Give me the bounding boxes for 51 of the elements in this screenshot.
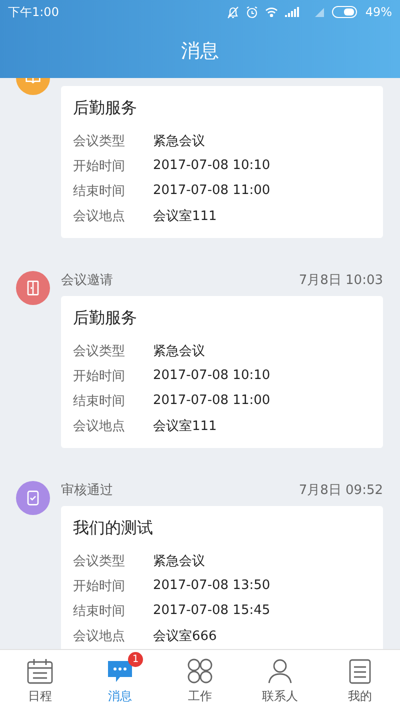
message-category: 会议邀请 [61, 272, 113, 289]
field-label: 会议地点 [73, 208, 126, 224]
field-label: 开始时间 [73, 578, 126, 594]
field-label: 会议类型 [73, 132, 126, 150]
tab[interactable]: 联系人 [240, 650, 320, 711]
field-value: 会议室111 [153, 208, 217, 224]
message-card[interactable]: 我们的测试 会议类型 紧急会议 开始时间 2017-07-08 13:50 结束时间 2017-07-08 15:45 会议地点 会议室666 [61, 506, 383, 649]
tab[interactable]: 日程 [0, 650, 80, 711]
battery-percent: 49% [365, 5, 392, 19]
person-icon [266, 658, 294, 684]
field-label: 结束时间 [73, 602, 126, 620]
grid-icon [186, 658, 214, 684]
field-value: 2017-07-08 11:00 [153, 393, 270, 408]
message-card[interactable]: 后勤服务 会议类型 紧急会议 开始时间 2017-07-08 10:10 结束时间 2017-07-08 11:00 会议地点 会议室111 [61, 296, 383, 448]
signal-icon [285, 6, 326, 18]
field-label: 会议地点 [73, 418, 126, 434]
tab[interactable]: 1 消息 [80, 650, 160, 711]
field-value: 会议室666 [153, 628, 217, 644]
unread-badge: 1 [128, 652, 143, 666]
field-value: 2017-07-08 11:00 [153, 183, 270, 198]
battery-icon [332, 6, 358, 18]
field-label: 开始时间 [73, 158, 126, 174]
field-label: 结束时间 [73, 182, 126, 200]
field-label: 结束时间 [73, 392, 126, 410]
message-time: 7月8日 09:52 [298, 482, 383, 499]
status-time: 下午1:00 [8, 4, 59, 20]
tab[interactable]: 工作 [160, 650, 240, 711]
card-title: 后勤服务 [73, 308, 138, 329]
wifi-icon [265, 7, 278, 17]
calendar-icon [26, 658, 54, 684]
page-title: 消息 [181, 39, 219, 64]
field-value: 紧急会议 [153, 132, 205, 150]
field-value: 紧急会议 [153, 552, 205, 570]
field-label: 会议类型 [73, 342, 126, 360]
alarm-icon [246, 6, 258, 18]
field-value: 2017-07-08 10:10 [153, 158, 270, 173]
field-label: 会议地点 [73, 628, 126, 644]
message-time: 7月8日 10:03 [298, 272, 383, 289]
field-value: 紧急会议 [153, 342, 205, 360]
bell-off-icon [227, 6, 240, 18]
card-title: 我们的测试 [73, 518, 154, 539]
field-label: 开始时间 [73, 368, 126, 384]
field-value: 2017-07-08 15:45 [153, 603, 270, 618]
field-label: 会议类型 [73, 552, 126, 570]
field-value: 2017-07-08 13:50 [153, 578, 270, 593]
field-value: 会议室111 [153, 418, 217, 434]
message-category: 审核通过 [61, 482, 113, 499]
field-value: 2017-07-08 10:10 [153, 368, 270, 383]
message-card[interactable]: 后勤服务 会议类型 紧急会议 开始时间 2017-07-08 10:10 结束时间 2017-07-08 11:00 会议地点 会议室111 [61, 86, 383, 238]
card-title: 后勤服务 [73, 98, 138, 119]
tab[interactable]: 我的 [320, 650, 400, 711]
